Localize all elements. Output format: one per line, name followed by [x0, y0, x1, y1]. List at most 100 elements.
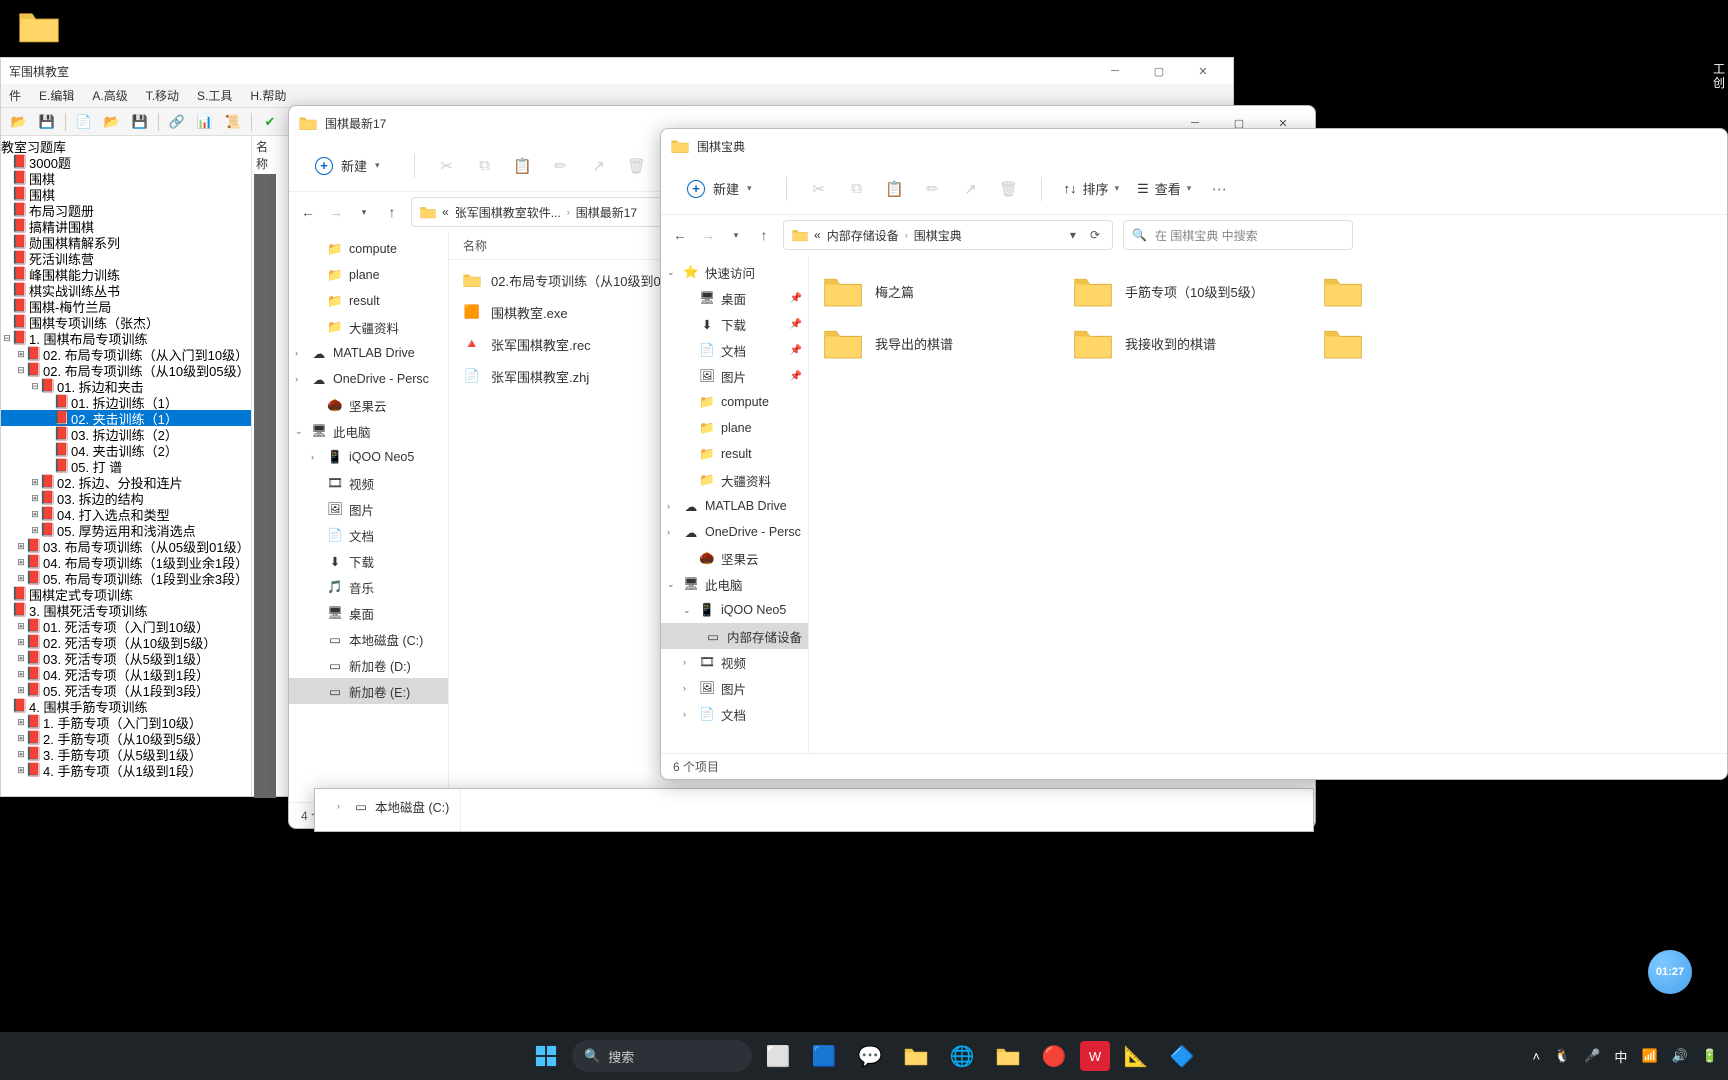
share-icon[interactable]: ↗: [961, 179, 981, 199]
nav-item[interactable]: 🖥桌面📌: [661, 285, 808, 311]
widgets-icon[interactable]: 🟦: [804, 1036, 844, 1076]
nav-item[interactable]: 📁result: [289, 288, 448, 314]
desktop-folder-icon[interactable]: [18, 8, 60, 44]
nav-item[interactable]: ›☁OneDrive - Persc: [661, 519, 808, 545]
nav-item[interactable]: 📁大疆资料: [289, 314, 448, 340]
nav-item[interactable]: ›🎞视频: [661, 649, 808, 675]
new-button[interactable]: + 新建 ▾: [675, 173, 764, 204]
nav-item[interactable]: 📁compute: [661, 389, 808, 415]
folder-item[interactable]: 我接收到的棋谱: [1069, 321, 1299, 365]
folder-item[interactable]: [1319, 269, 1549, 313]
explorer-icon[interactable]: [896, 1036, 936, 1076]
task-view-icon[interactable]: ⬜: [758, 1036, 798, 1076]
view-button[interactable]: ☰ 查看 ▾: [1137, 179, 1191, 198]
explorer-active-icon[interactable]: [988, 1036, 1028, 1076]
more-icon[interactable]: ⋯: [1209, 179, 1229, 199]
nav-item[interactable]: ⌄🖥此电脑: [661, 571, 808, 597]
recent-chevron-icon[interactable]: ▾: [355, 203, 373, 221]
folder-item[interactable]: 手筋专项（10级到5级）: [1069, 269, 1299, 313]
nav-item[interactable]: 📄文档📌: [661, 337, 808, 363]
forward-icon[interactable]: →: [699, 226, 717, 244]
recent-chevron-icon[interactable]: ▾: [727, 226, 745, 244]
share-icon[interactable]: ↗: [589, 156, 609, 176]
menu-item[interactable]: 件: [9, 87, 21, 104]
nav-item[interactable]: 🖼图片: [289, 496, 448, 522]
nav-item[interactable]: 📁plane: [661, 415, 808, 441]
battery-icon[interactable]: 🔋: [1702, 1048, 1718, 1064]
stats-icon[interactable]: 📊: [193, 111, 217, 133]
taskbar-search[interactable]: 🔍 搜索: [572, 1040, 752, 1072]
app1-titlebar[interactable]: 军围棋教室 ─ ▢ ✕: [1, 58, 1233, 84]
exp2-folder-grid[interactable]: 梅之篇手筋专项（10级到5级） 我导出的棋谱我接收到的棋谱: [809, 255, 1727, 753]
script-icon[interactable]: 📜: [221, 111, 245, 133]
nav-item[interactable]: ▭内部存储设备: [661, 623, 808, 649]
search-input[interactable]: 🔍 在 围棋宝典 中搜索: [1123, 220, 1353, 250]
volume-icon[interactable]: 🔊: [1672, 1048, 1688, 1064]
paste-icon[interactable]: 📋: [513, 156, 533, 176]
nav-item[interactable]: 📄文档: [289, 522, 448, 548]
nav-item[interactable]: ⌄⭐快速访问: [661, 259, 808, 285]
close-button[interactable]: ✕: [1181, 65, 1225, 78]
nav-item[interactable]: ›📄文档: [661, 701, 808, 727]
copy-icon[interactable]: ⧉: [847, 179, 867, 199]
nav-item[interactable]: ▭新加卷 (D:): [289, 652, 448, 678]
nav-item[interactable]: ›☁MATLAB Drive: [289, 340, 448, 366]
nav-item[interactable]: 🌰坚果云: [661, 545, 808, 571]
nav-item[interactable]: 📁result: [661, 441, 808, 467]
rename-icon[interactable]: ✏: [551, 156, 571, 176]
disk-icon[interactable]: 💾: [128, 111, 152, 133]
start-button[interactable]: [526, 1036, 566, 1076]
menu-item[interactable]: H.帮助: [250, 87, 286, 104]
wifi-icon[interactable]: 📶: [1641, 1048, 1657, 1064]
edge-icon[interactable]: 🌐: [942, 1036, 982, 1076]
nav-item-disk[interactable]: ›▭ 本地磁盘 (C:): [315, 793, 460, 819]
menu-item[interactable]: E.编辑: [39, 87, 74, 104]
app1-problem-tree[interactable]: 教室习题库 📕3000题📕围棋📕围棋📕布局习题册📕搞精讲围棋📕勋围棋精解系列📕死…: [1, 136, 251, 796]
menu-item[interactable]: S.工具: [197, 87, 232, 104]
open-folder-icon[interactable]: 📂: [7, 111, 31, 133]
new-button[interactable]: + 新建 ▾: [303, 150, 392, 181]
nav-item[interactable]: 📁compute: [289, 236, 448, 262]
nav-item[interactable]: 🌰坚果云: [289, 392, 448, 418]
nav-item[interactable]: ▭本地磁盘 (C:): [289, 626, 448, 652]
forward-icon[interactable]: →: [327, 203, 345, 221]
delete-icon[interactable]: 🗑: [627, 156, 647, 176]
address-bar[interactable]: « 内部存储设备 › 围棋宝典 ▾ ⟳: [783, 220, 1113, 250]
nav-item[interactable]: 📁plane: [289, 262, 448, 288]
wps-icon[interactable]: W: [1080, 1041, 1110, 1071]
back-icon[interactable]: ←: [671, 226, 689, 244]
up-icon[interactable]: ↑: [755, 226, 773, 244]
folder-item[interactable]: 我导出的棋谱: [819, 321, 1049, 365]
paste-icon[interactable]: 📋: [885, 179, 905, 199]
save-icon[interactable]: 💾: [35, 111, 59, 133]
link-icon[interactable]: 🔗: [165, 111, 189, 133]
nav-item[interactable]: ⌄🖥此电脑: [289, 418, 448, 444]
nav-item[interactable]: ›🖼图片: [661, 675, 808, 701]
maximize-button[interactable]: ▢: [1137, 65, 1181, 78]
refresh-icon[interactable]: ⟳: [1086, 228, 1104, 242]
minimize-button[interactable]: ─: [1093, 65, 1137, 77]
folder-item[interactable]: 梅之篇: [819, 269, 1049, 313]
cut-icon[interactable]: ✂: [437, 156, 457, 176]
chrome-icon[interactable]: 🔴: [1034, 1036, 1074, 1076]
qq-icon[interactable]: 🐧: [1554, 1048, 1570, 1064]
matlab-icon[interactable]: 📐: [1116, 1036, 1156, 1076]
nav-item[interactable]: ›☁OneDrive - Persc: [289, 366, 448, 392]
exp2-nav-pane[interactable]: ⌄⭐快速访问🖥桌面📌⬇下载📌📄文档📌🖼图片📌📁compute📁plane📁res…: [661, 255, 809, 753]
rename-icon[interactable]: ✏: [923, 179, 943, 199]
nav-item[interactable]: ›📱iQOO Neo5: [289, 444, 448, 470]
nav-item[interactable]: ▭新加卷 (E:): [289, 678, 448, 704]
tree-item[interactable]: 📕04. 夹击训练（2）: [1, 442, 251, 458]
menu-item[interactable]: T.移动: [146, 87, 179, 104]
up-icon[interactable]: ↑: [383, 203, 401, 221]
nav-item[interactable]: ›☁MATLAB Drive: [661, 493, 808, 519]
exp1-nav-pane[interactable]: 📁compute📁plane📁result📁大疆资料›☁MATLAB Drive…: [289, 232, 449, 802]
timer-bubble[interactable]: 01:27: [1648, 950, 1692, 994]
copy-icon[interactable]: ⧉: [475, 156, 495, 176]
app-chat-icon[interactable]: 💬: [850, 1036, 890, 1076]
mic-icon[interactable]: 🎤: [1584, 1048, 1600, 1064]
cut-icon[interactable]: ✂: [809, 179, 829, 199]
app-icon[interactable]: 🔷: [1162, 1036, 1202, 1076]
ime-icon[interactable]: 中: [1614, 1047, 1627, 1066]
tray-chevron-icon[interactable]: ˄: [1532, 1049, 1540, 1064]
